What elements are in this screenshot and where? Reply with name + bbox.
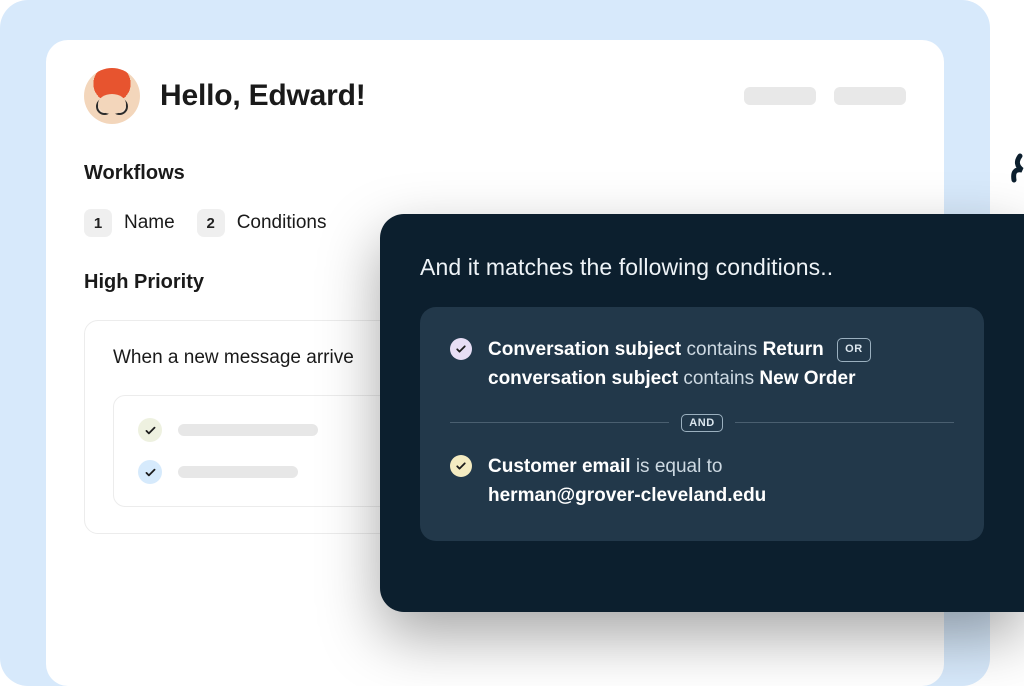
- header-actions: [744, 87, 906, 105]
- workflows-heading: Workflows: [84, 162, 906, 185]
- overlay-body: Conversation subject contains Return OR …: [420, 307, 984, 541]
- condition-operator: contains: [683, 368, 754, 389]
- check-icon: [138, 460, 162, 484]
- condition-group: Customer email is equal to herman@grover…: [450, 452, 954, 511]
- conditions-overlay: And it matches the following conditions.…: [380, 214, 1024, 612]
- condition-field: Conversation subject: [488, 339, 681, 360]
- condition-field: conversation subject: [488, 368, 678, 389]
- condition-text: Customer email is equal to herman@grover…: [488, 452, 766, 511]
- condition-field: Customer email: [488, 456, 631, 477]
- step-name[interactable]: 1 Name: [84, 209, 175, 237]
- condition-text: Conversation subject contains Return OR …: [488, 335, 871, 394]
- step-label: Name: [124, 212, 175, 234]
- check-icon: [450, 455, 472, 477]
- condition-group: Conversation subject contains Return OR …: [450, 335, 954, 394]
- condition-value: herman@grover-cleveland.edu: [488, 485, 766, 506]
- overlay-title: And it matches the following conditions.…: [420, 254, 984, 281]
- greeting-text: Hello, Edward!: [160, 79, 366, 113]
- condition-operator: is equal to: [636, 456, 723, 477]
- text-placeholder: [178, 466, 298, 478]
- step-number: 2: [197, 209, 225, 237]
- step-label: Conditions: [237, 212, 327, 234]
- and-separator: AND: [450, 412, 954, 434]
- and-pill: AND: [681, 414, 723, 432]
- condition-operator: contains: [687, 339, 758, 360]
- step-conditions[interactable]: 2 Conditions: [197, 209, 327, 237]
- header-button-placeholder[interactable]: [744, 87, 816, 105]
- check-icon: [138, 418, 162, 442]
- header: Hello, Edward!: [84, 68, 906, 124]
- text-placeholder: [178, 424, 318, 436]
- condition-value: New Order: [759, 368, 855, 389]
- condition-value: Return: [763, 339, 824, 360]
- header-button-placeholder[interactable]: [834, 87, 906, 105]
- avatar: [84, 68, 140, 124]
- step-number: 1: [84, 209, 112, 237]
- or-pill: OR: [837, 338, 871, 361]
- check-icon: [450, 338, 472, 360]
